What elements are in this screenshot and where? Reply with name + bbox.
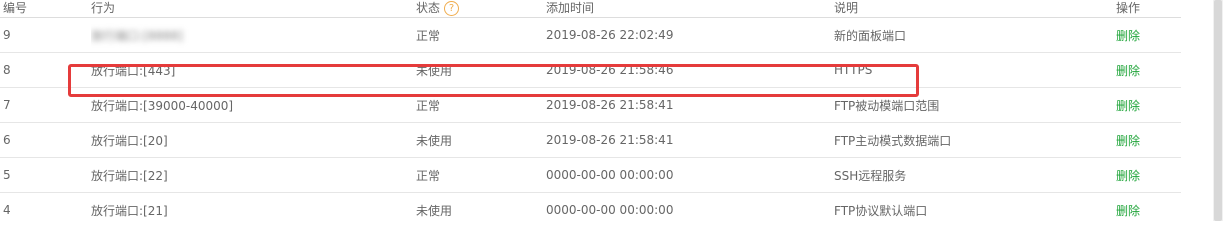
cell-desc: SSH远程服务	[834, 157, 1116, 193]
delete-button[interactable]: 删除	[1116, 29, 1140, 43]
cell-action: 放行端口:[20]	[91, 122, 416, 158]
table-row: 5 放行端口:[22] 正常 0000-00-00 00:00:00 SSH远程…	[0, 157, 1181, 193]
cell-desc: 新的面板端口	[834, 17, 1116, 53]
header-time: 添加时间	[546, 0, 834, 18]
delete-button[interactable]: 删除	[1116, 134, 1140, 148]
firewall-rules-table-container: 编号 行为 状态? 添加时间 说明 操作 9 放行端口:[8888] 正常 20…	[0, 0, 1181, 221]
cell-action: 放行端口:[443]	[91, 52, 416, 88]
table-row: 8 放行端口:[443] 未使用 2019-08-26 21:58:46 HTT…	[0, 52, 1181, 88]
cell-desc: HTTPS	[834, 52, 1116, 88]
delete-button[interactable]: 删除	[1116, 99, 1140, 113]
cell-time: 2019-08-26 21:58:46	[546, 52, 834, 88]
vertical-scrollbar[interactable]	[1213, 0, 1223, 221]
cell-time: 0000-00-00 00:00:00	[546, 157, 834, 193]
table-header-row: 编号 行为 状态? 添加时间 说明 操作	[0, 0, 1181, 18]
scrollbar-thumb[interactable]	[1214, 0, 1222, 221]
cell-id: 9	[0, 17, 91, 53]
cell-desc: FTP协议默认端口	[834, 192, 1116, 221]
cell-id: 7	[0, 87, 91, 123]
delete-button[interactable]: 删除	[1116, 169, 1140, 183]
cell-status: 未使用	[416, 52, 546, 88]
cell-op: 删除	[1116, 157, 1181, 193]
cell-time: 2019-08-26 21:58:41	[546, 122, 834, 158]
cell-action-text: 放行端口:[8888]	[91, 28, 183, 43]
cell-action: 放行端口:[8888]	[91, 17, 416, 53]
header-desc: 说明	[834, 0, 1116, 18]
cell-status: 未使用	[416, 192, 546, 221]
cell-op: 删除	[1116, 192, 1181, 221]
header-status-label: 状态	[416, 1, 441, 15]
cell-desc: FTP主动模式数据端口	[834, 122, 1116, 158]
table-row: 9 放行端口:[8888] 正常 2019-08-26 22:02:49 新的面…	[0, 17, 1181, 53]
cell-status: 正常	[416, 17, 546, 53]
header-op: 操作	[1116, 0, 1181, 18]
header-status: 状态?	[416, 0, 546, 18]
cell-time: 0000-00-00 00:00:00	[546, 192, 834, 221]
cell-op: 删除	[1116, 122, 1181, 158]
cell-id: 4	[0, 192, 91, 221]
cell-id: 6	[0, 122, 91, 158]
cell-op: 删除	[1116, 52, 1181, 88]
delete-button[interactable]: 删除	[1116, 64, 1140, 78]
cell-op: 删除	[1116, 17, 1181, 53]
header-id: 编号	[0, 0, 91, 18]
cell-action: 放行端口:[21]	[91, 192, 416, 221]
table-row: 7 放行端口:[39000-40000] 正常 2019-08-26 21:58…	[0, 87, 1181, 123]
cell-op: 删除	[1116, 87, 1181, 123]
cell-status: 正常	[416, 87, 546, 123]
cell-action: 放行端口:[22]	[91, 157, 416, 193]
header-action: 行为	[91, 0, 416, 18]
cell-status: 正常	[416, 157, 546, 193]
help-icon[interactable]: ?	[444, 1, 460, 16]
cell-time: 2019-08-26 22:02:49	[546, 17, 834, 53]
firewall-rules-table: 编号 行为 状态? 添加时间 说明 操作 9 放行端口:[8888] 正常 20…	[0, 0, 1181, 221]
cell-desc: FTP被动模端口范围	[834, 87, 1116, 123]
table-row: 6 放行端口:[20] 未使用 2019-08-26 21:58:41 FTP主…	[0, 122, 1181, 158]
cell-time: 2019-08-26 21:58:41	[546, 87, 834, 123]
table-row: 4 放行端口:[21] 未使用 0000-00-00 00:00:00 FTP协…	[0, 192, 1181, 221]
cell-id: 8	[0, 52, 91, 88]
delete-button[interactable]: 删除	[1116, 204, 1140, 218]
cell-status: 未使用	[416, 122, 546, 158]
cell-id: 5	[0, 157, 91, 193]
cell-action: 放行端口:[39000-40000]	[91, 87, 416, 123]
